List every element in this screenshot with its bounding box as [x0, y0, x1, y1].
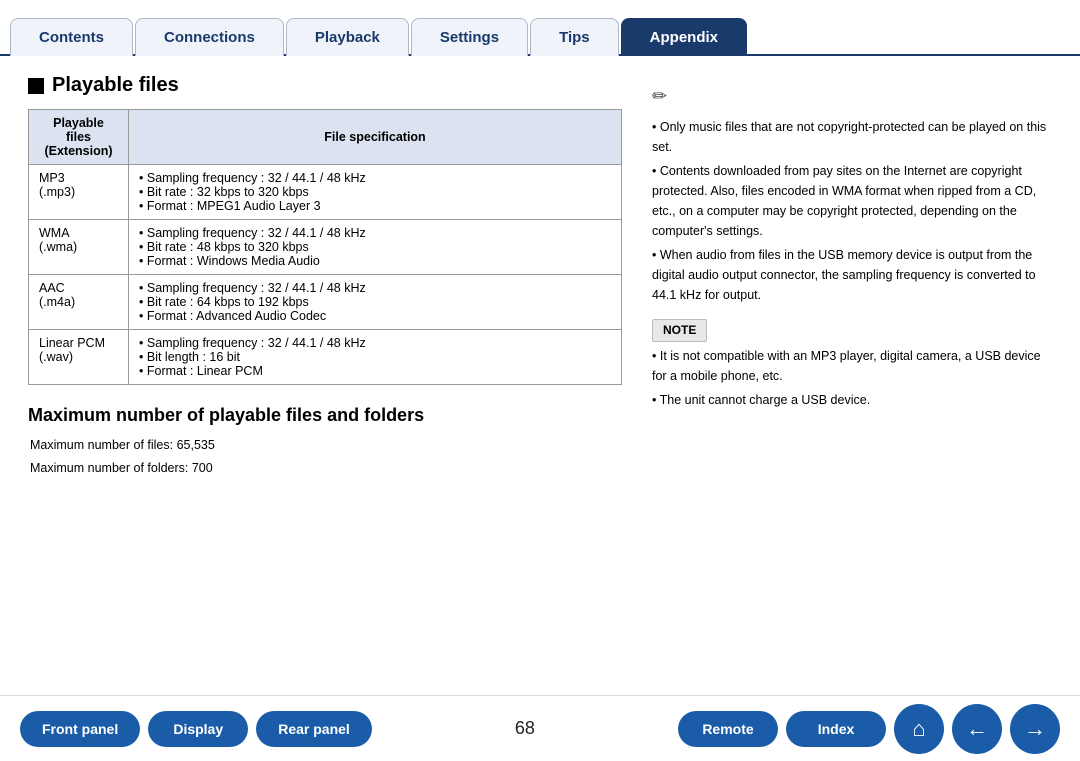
format-name: AAC(.m4a)	[29, 275, 129, 330]
section1-title-text: Playable files	[52, 74, 179, 97]
tab-settings[interactable]: Settings	[411, 18, 528, 56]
page-number: 68	[380, 718, 670, 739]
tab-playback[interactable]: Playback	[286, 18, 409, 56]
left-column: Playable files Playable files (Extension…	[28, 74, 622, 685]
file-spec: Sampling frequency : 32 / 44.1 / 48 kHzB…	[129, 275, 622, 330]
playable-files-table: Playable files (Extension) File specific…	[28, 109, 622, 385]
spec-item: Format : Linear PCM	[139, 364, 611, 378]
col1-header: Playable files (Extension)	[29, 110, 129, 165]
pencil-icon: ✏	[652, 82, 1052, 111]
spec-item: Format : Advanced Audio Codec	[139, 309, 611, 323]
index-button[interactable]: Index	[786, 711, 886, 747]
section2-title-text: Maximum number of playable files and fol…	[28, 405, 424, 426]
copyright-notes: Only music files that are not copyright-…	[652, 117, 1052, 305]
table-row: WMA(.wma)Sampling frequency : 32 / 44.1 …	[29, 220, 622, 275]
top-navigation: Contents Connections Playback Settings T…	[0, 0, 1080, 56]
format-name: WMA(.wma)	[29, 220, 129, 275]
format-name: Linear PCM(.wav)	[29, 330, 129, 385]
front-panel-button[interactable]: Front panel	[20, 711, 140, 747]
note-list-item: The unit cannot charge a USB device.	[652, 390, 1052, 410]
remote-button[interactable]: Remote	[678, 711, 778, 747]
home-button[interactable]: ⌂	[894, 704, 944, 754]
spec-item: Format : MPEG1 Audio Layer 3	[139, 199, 611, 213]
bottom-navigation: Front panel Display Rear panel 68 Remote…	[0, 695, 1080, 761]
right-column: ✏ Only music files that are not copyrigh…	[652, 74, 1052, 685]
spec-item: Sampling frequency : 32 / 44.1 / 48 kHz	[139, 171, 611, 185]
spec-item: Bit rate : 32 kbps to 320 kbps	[139, 185, 611, 199]
tab-appendix[interactable]: Appendix	[621, 18, 747, 56]
spec-item: Bit rate : 64 kbps to 192 kbps	[139, 295, 611, 309]
tab-connections[interactable]: Connections	[135, 18, 284, 56]
max-files-line: Maximum number of files: 65,535	[30, 434, 622, 457]
note-item: Contents downloaded from pay sites on th…	[652, 161, 1052, 241]
max-folders-line: Maximum number of folders: 700	[30, 457, 622, 480]
col2-header: File specification	[129, 110, 622, 165]
tab-contents[interactable]: Contents	[10, 18, 133, 56]
section-marker	[28, 78, 44, 94]
spec-item: Bit rate : 48 kbps to 320 kbps	[139, 240, 611, 254]
spec-item: Sampling frequency : 32 / 44.1 / 48 kHz	[139, 336, 611, 350]
note-item: Only music files that are not copyright-…	[652, 117, 1052, 157]
rear-panel-button[interactable]: Rear panel	[256, 711, 372, 747]
section2-body: Maximum number of files: 65,535 Maximum …	[28, 434, 622, 479]
note-label: NOTE	[652, 319, 707, 342]
main-content: Playable files Playable files (Extension…	[0, 56, 1080, 695]
note-item: When audio from files in the USB memory …	[652, 245, 1052, 305]
section2-title: Maximum number of playable files and fol…	[28, 405, 622, 426]
section1-title: Playable files	[28, 74, 622, 97]
file-spec: Sampling frequency : 32 / 44.1 / 48 kHzB…	[129, 165, 622, 220]
forward-button[interactable]: →	[1010, 704, 1060, 754]
table-row: MP3(.mp3)Sampling frequency : 32 / 44.1 …	[29, 165, 622, 220]
note-list-item: It is not compatible with an MP3 player,…	[652, 346, 1052, 386]
format-name: MP3(.mp3)	[29, 165, 129, 220]
table-row: AAC(.m4a)Sampling frequency : 32 / 44.1 …	[29, 275, 622, 330]
display-button[interactable]: Display	[148, 711, 248, 747]
spec-item: Sampling frequency : 32 / 44.1 / 48 kHz	[139, 226, 611, 240]
file-spec: Sampling frequency : 32 / 44.1 / 48 kHzB…	[129, 330, 622, 385]
note-items: It is not compatible with an MP3 player,…	[652, 346, 1052, 410]
file-spec: Sampling frequency : 32 / 44.1 / 48 kHzB…	[129, 220, 622, 275]
tab-tips[interactable]: Tips	[530, 18, 619, 56]
back-button[interactable]: ←	[952, 704, 1002, 754]
spec-item: Bit length : 16 bit	[139, 350, 611, 364]
table-row: Linear PCM(.wav)Sampling frequency : 32 …	[29, 330, 622, 385]
spec-item: Format : Windows Media Audio	[139, 254, 611, 268]
spec-item: Sampling frequency : 32 / 44.1 / 48 kHz	[139, 281, 611, 295]
